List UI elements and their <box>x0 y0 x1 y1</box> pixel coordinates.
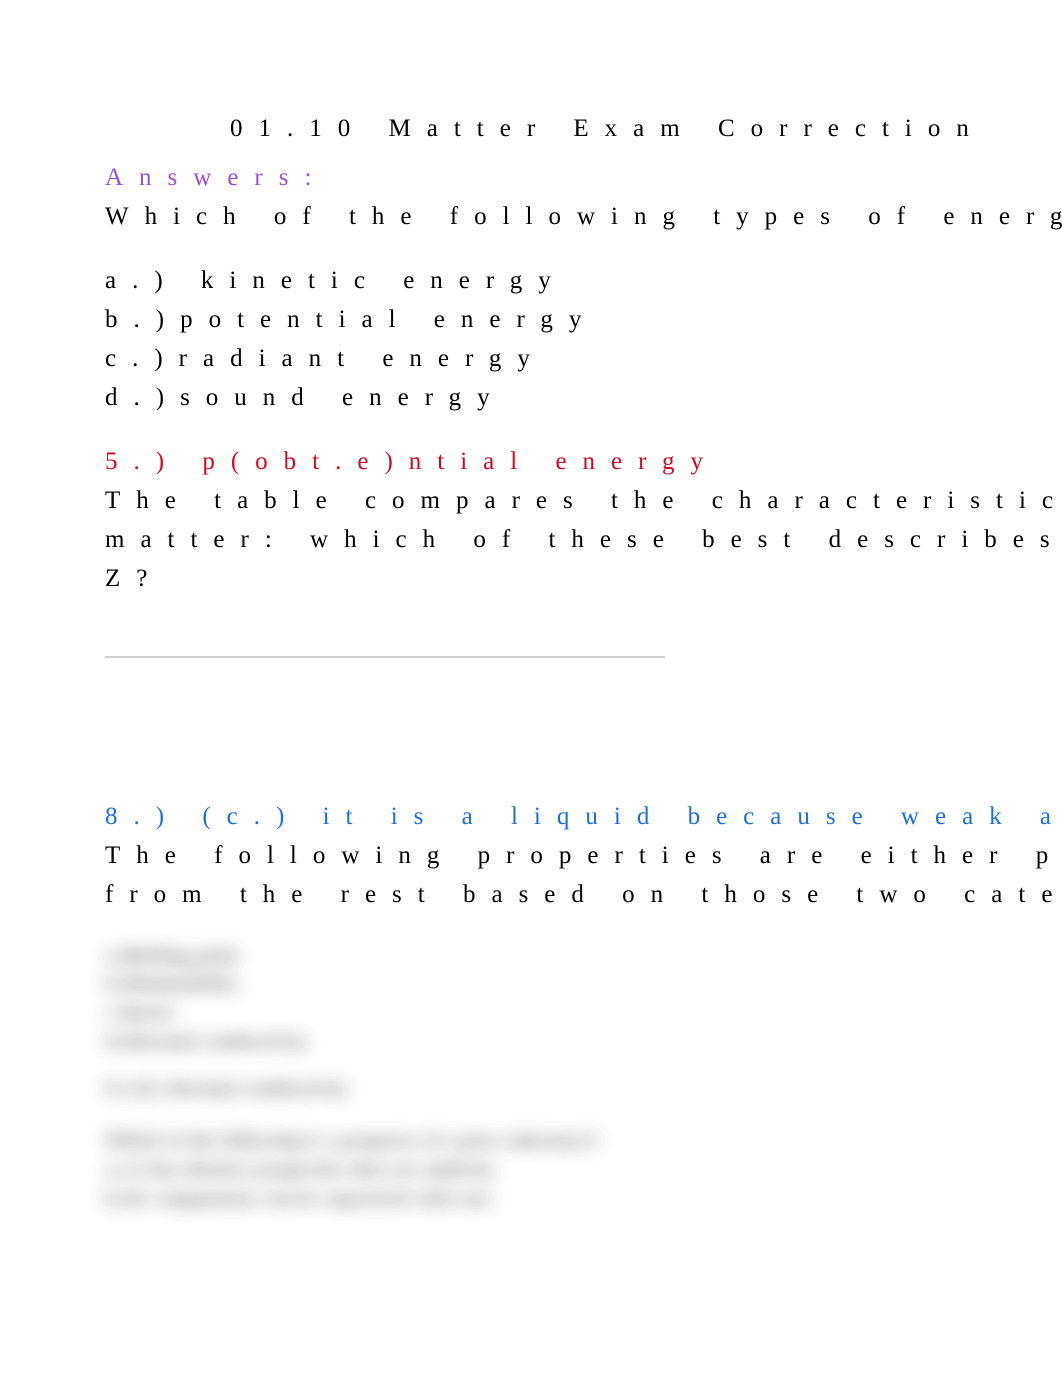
q2-line2: matter: which of these best describes <box>105 521 1062 560</box>
q1-option-c: c.)radiant energy <box>105 340 1062 379</box>
q3-option-d: d.)thermal conductivity <box>105 1027 1062 1056</box>
q4-line3: b.)its components can be separated with … <box>105 1184 1062 1213</box>
q2-answer: 8.) (c.) it is a liquid because weak a <box>105 798 1062 837</box>
q3-option-c: c.)luster <box>105 998 1062 1027</box>
q1-prompt: Which of the following types of energy <box>105 198 1062 237</box>
q2-line3: Z? <box>105 560 1062 599</box>
blurred-region: a.)Boiling point b.)flammability c.)lust… <box>105 941 1062 1213</box>
q3-line1: The following properties are either ph <box>105 837 1062 876</box>
q1-option-b: b.)potential energy <box>105 301 1062 340</box>
q1-option-d: d.)sound energy <box>105 379 1062 418</box>
page-title: 01.10 Matter Exam Correction <box>105 110 1062 149</box>
q2-line1: The table compares the characteristics <box>105 482 1062 521</box>
separator-rule <box>105 656 665 658</box>
q1-answer: 5.) p(obt.e)ntial energy <box>105 443 1062 482</box>
q4-line2: a.) it has distinct properties that are … <box>105 1155 1062 1184</box>
q3-answer: 9.) (d.) thermal conductivity <box>105 1074 1062 1103</box>
q3-option-a: a.)Boiling point <box>105 941 1062 970</box>
answers-label: Answers: <box>105 159 1062 198</box>
title-text: 01.10 Matter Exam Correction <box>230 115 985 142</box>
q3-option-b: b.)flammability <box>105 969 1062 998</box>
document-page: 01.10 Matter Exam Correction Answers: Wh… <box>0 0 1062 1377</box>
q4-line1: Which of the following is a property of … <box>105 1126 1062 1155</box>
q1-option-a: a.) kinetic energy <box>105 262 1062 301</box>
q3-line2: from the rest based on those two categ <box>105 876 1062 915</box>
